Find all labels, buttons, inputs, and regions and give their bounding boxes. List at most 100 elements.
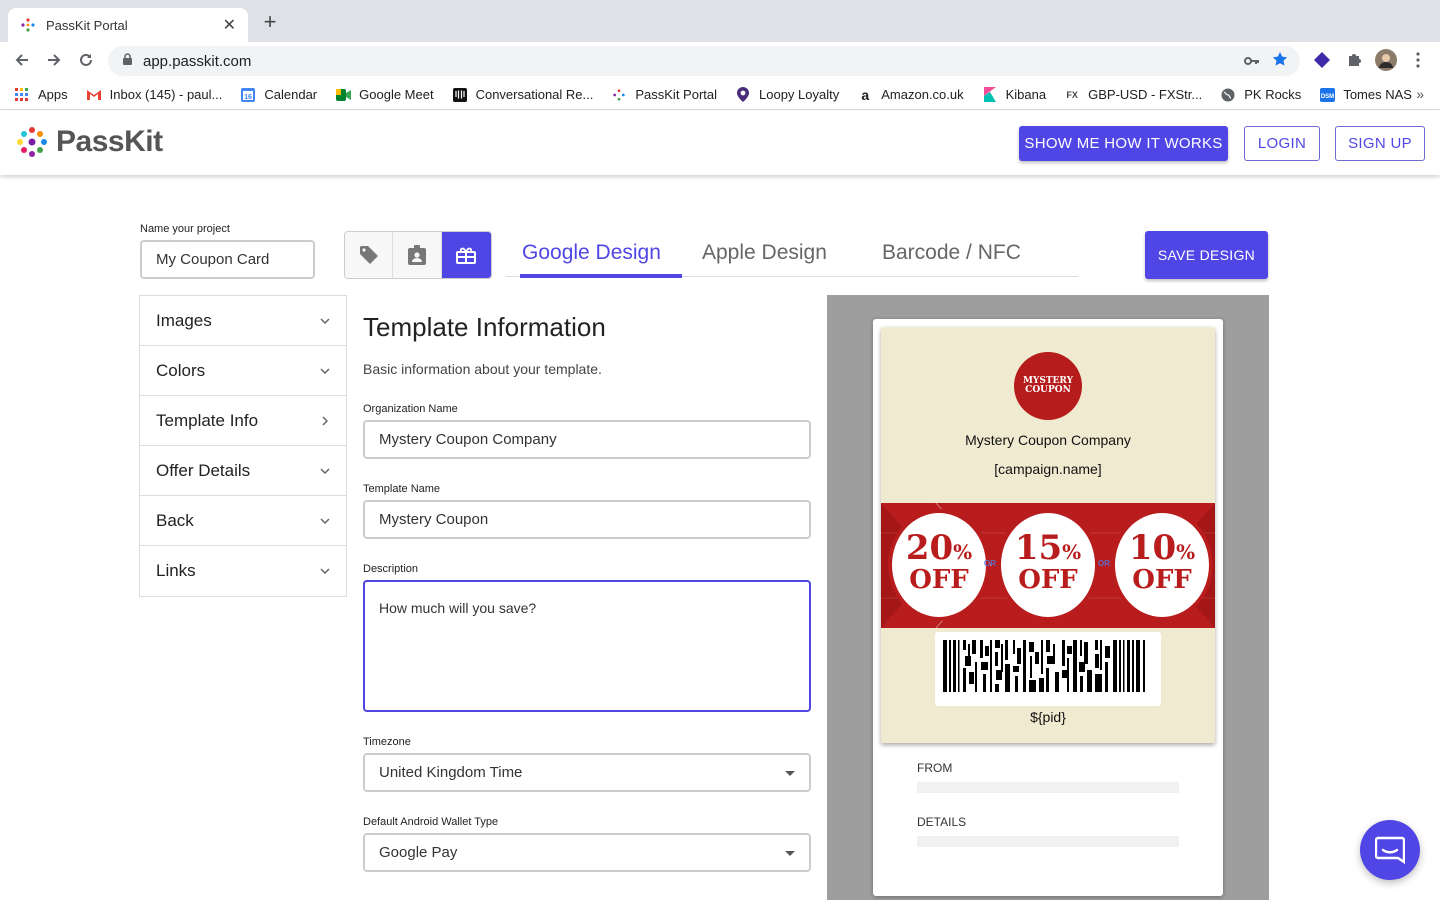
- lock-icon: [122, 52, 133, 70]
- bookmark-label: PK Rocks: [1244, 87, 1302, 102]
- chat-launcher-button[interactable]: [1360, 820, 1420, 880]
- offer-circle-2: 15% OFF: [1001, 513, 1095, 617]
- pass-org-name: Mystery Coupon Company: [965, 432, 1131, 448]
- chevron-down-icon: [320, 466, 330, 476]
- sidebar-item-offer-details[interactable]: Offer Details: [140, 446, 346, 496]
- offer-3-off: OFF: [1132, 565, 1192, 595]
- design-tabs: Google Design Apple Design Barcode / NFC: [506, 231, 1078, 278]
- from-placeholder-bar: [917, 782, 1179, 793]
- sidebar-item-back[interactable]: Back: [140, 496, 346, 546]
- section-sidebar: Images Colors Template Info Offer Detail…: [139, 295, 347, 597]
- passkit-logo[interactable]: PassKit: [16, 125, 163, 159]
- from-label: FROM: [917, 761, 953, 775]
- browser-tab[interactable]: PassKit Portal ✕: [8, 8, 248, 42]
- forward-arrow-icon[interactable]: [38, 44, 70, 76]
- bookmark-passkit[interactable]: PassKit Portal: [611, 87, 717, 103]
- active-tab-indicator: [520, 274, 682, 278]
- sidebar-item-colors[interactable]: Colors: [140, 346, 346, 396]
- bookmark-label: GBP-USD - FXStr...: [1088, 87, 1203, 102]
- template-name-label: Template Name: [363, 483, 441, 495]
- bookmark-intercom[interactable]: Conversational Re...: [452, 87, 594, 103]
- bookmark-star-icon[interactable]: [1272, 51, 1288, 71]
- sidebar-item-label: Offer Details: [156, 460, 251, 480]
- bookmark-nas[interactable]: DSM Tomes NAS: [1319, 87, 1412, 103]
- bookmark-label: Inbox (145) - paul...: [109, 87, 223, 102]
- key-icon[interactable]: [1244, 53, 1260, 70]
- passkit-favicon-icon: [20, 17, 36, 33]
- pass-barcode: [935, 632, 1161, 706]
- sidebar-item-template-info[interactable]: Template Info: [140, 396, 346, 446]
- meet-icon: [335, 87, 351, 103]
- details-label: DETAILS: [917, 815, 967, 829]
- extension-purple-icon[interactable]: [1310, 42, 1334, 78]
- project-name-input[interactable]: My Coupon Card: [140, 240, 315, 279]
- tab-google-design[interactable]: Google Design: [522, 241, 661, 265]
- pass-type-selector: [344, 231, 492, 279]
- save-design-button[interactable]: SAVE DESIGN: [1145, 231, 1268, 279]
- offer-1-symbol: %: [953, 540, 973, 564]
- bookmarks-overflow-icon[interactable]: »: [1416, 86, 1424, 102]
- tab-barcode-nfc[interactable]: Barcode / NFC: [882, 241, 1021, 265]
- extensions-puzzle-icon[interactable]: [1342, 42, 1366, 78]
- pdf417-barcode-graphic: [943, 640, 1145, 692]
- logo-text: PassKit: [56, 125, 163, 158]
- bookmark-calendar[interactable]: 16 Calendar: [240, 87, 317, 103]
- bookmark-label: Apps: [38, 87, 68, 102]
- reload-icon[interactable]: [70, 44, 102, 76]
- browser-toolbar: app.passkit.com: [0, 42, 1440, 78]
- offer-3-symbol: %: [1176, 540, 1196, 564]
- bookmark-pkrocks[interactable]: PK Rocks: [1220, 87, 1301, 103]
- description-label: Description: [363, 563, 419, 575]
- tab-apple-design[interactable]: Apple Design: [702, 241, 827, 265]
- browser-tab-title: PassKit Portal: [46, 17, 128, 33]
- offer-2-symbol: %: [1062, 540, 1082, 564]
- close-tab-icon[interactable]: ✕: [223, 15, 236, 35]
- intercom-icon: [452, 87, 468, 103]
- chat-icon: [1375, 836, 1405, 864]
- sidebar-item-images[interactable]: Images: [140, 296, 346, 346]
- bookmark-apps[interactable]: Apps: [14, 87, 68, 103]
- show-me-how-button[interactable]: SHOW ME HOW IT WORKS: [1019, 126, 1228, 161]
- bookmark-label: Amazon.co.uk: [881, 87, 964, 102]
- coupon-tag-type-button[interactable]: [345, 232, 394, 278]
- template-name-input[interactable]: Mystery Coupon: [363, 500, 811, 539]
- sidebar-item-links[interactable]: Links: [140, 546, 346, 596]
- chrome-menu-icon[interactable]: [1406, 42, 1430, 78]
- timezone-label: Timezone: [363, 736, 411, 748]
- sidebar-item-label: Images: [156, 310, 212, 330]
- membership-type-button[interactable]: [393, 232, 442, 278]
- timezone-select[interactable]: United Kingdom Time: [363, 753, 811, 792]
- login-button[interactable]: LOGIN: [1244, 126, 1320, 161]
- bookmark-amazon[interactable]: a Amazon.co.uk: [857, 87, 963, 103]
- address-bar[interactable]: app.passkit.com: [108, 46, 1300, 76]
- wallet-type-select[interactable]: Google Pay: [363, 833, 811, 872]
- bookmark-loopy[interactable]: Loopy Loyalty: [735, 87, 839, 103]
- chevron-right-icon: [320, 415, 330, 426]
- details-placeholder-bar: [917, 836, 1179, 847]
- description-textarea[interactable]: How much will you save?: [363, 580, 811, 712]
- pass-campaign-name: [campaign.name]: [994, 461, 1102, 477]
- event-ticket-type-button[interactable]: [441, 232, 491, 278]
- signup-button[interactable]: SIGN UP: [1335, 126, 1425, 161]
- wallet-type-value: Google Pay: [379, 844, 458, 861]
- logo-line-2: COUPON: [1025, 385, 1071, 395]
- bookmark-label: Conversational Re...: [475, 87, 594, 102]
- back-arrow-icon[interactable]: [6, 44, 38, 76]
- bookmarks-bar: Apps Inbox (145) - paul... 16 Calendar G…: [0, 80, 1440, 110]
- profile-avatar-icon[interactable]: [1374, 42, 1398, 78]
- app-header: PassKit SHOW ME HOW IT WORKS LOGIN SIGN …: [0, 111, 1440, 175]
- bookmark-inbox[interactable]: Inbox (145) - paul...: [86, 87, 223, 103]
- project-name-value: My Coupon Card: [156, 251, 270, 268]
- chevron-down-icon: [320, 566, 330, 576]
- bookmark-label: Loopy Loyalty: [759, 87, 840, 102]
- id-badge-icon: [408, 245, 427, 265]
- passkit-logo-icon: [17, 127, 47, 157]
- bookmark-label: Tomes NAS: [1343, 87, 1412, 102]
- bookmark-fx[interactable]: FX GBP-USD - FXStr...: [1064, 87, 1202, 103]
- calendar-icon: 16: [240, 87, 256, 103]
- org-name-input[interactable]: Mystery Coupon Company: [363, 420, 811, 459]
- sidebar-item-label: Colors: [156, 360, 206, 380]
- bookmark-kibana[interactable]: Kibana: [982, 87, 1046, 103]
- bookmark-meet[interactable]: Google Meet: [335, 87, 434, 103]
- new-tab-icon[interactable]: +: [258, 10, 282, 34]
